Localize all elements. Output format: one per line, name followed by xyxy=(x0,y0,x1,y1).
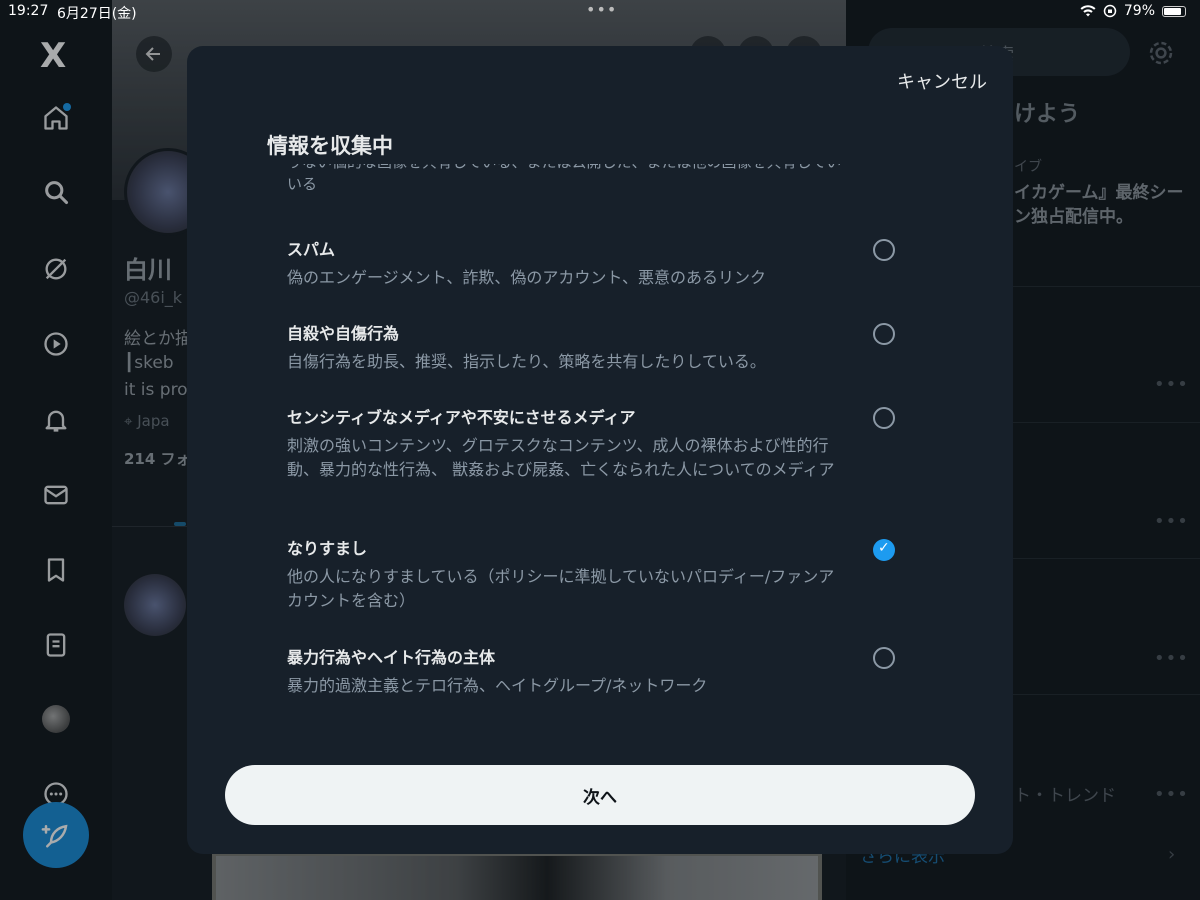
status-right: 79% xyxy=(1080,3,1186,19)
clipped-line: りない個的な画像を共有している、または公開した、または他の画像を共有している xyxy=(287,164,847,173)
dialog-title: 情報を収集中 xyxy=(267,134,393,158)
multitasking-dots[interactable]: ••• xyxy=(586,0,617,19)
clipped-line-end: いる xyxy=(287,175,318,193)
battery-percent: 79% xyxy=(1123,3,1155,19)
option-description: 偽のエンゲージメント、詐欺、偽のアカウント、悪意のあるリンク xyxy=(287,268,767,287)
previous-option-description: りない個的な画像を共有している、または公開した、または他の画像を共有している い… xyxy=(287,164,847,195)
status-bar: 19:27 6月27日(金) ••• 79% xyxy=(0,0,1200,24)
radio-self-harm[interactable] xyxy=(873,323,895,345)
radio-spam[interactable] xyxy=(873,239,895,261)
battery-icon xyxy=(1162,5,1186,17)
option-description: 刺激の強いコンテンツ、グロテスクなコンテンツ、成人の裸体および性的行動、暴力的な… xyxy=(287,436,835,479)
option-title: スパム xyxy=(287,240,336,259)
orientation-lock-icon xyxy=(1103,4,1117,18)
option-title: 自殺や自傷行為 xyxy=(287,324,400,343)
option-title: なりすまし xyxy=(287,539,368,558)
next-button[interactable]: 次へ xyxy=(225,765,975,825)
report-option-spam[interactable]: スパム 偽のエンゲージメント、詐欺、偽のアカウント、悪意のあるリンク xyxy=(287,239,897,290)
clipped-line-text: りない個的な画像を共有している、または公開した、または他の画像を共有している xyxy=(287,164,841,173)
status-date: 6月27日(金) xyxy=(57,6,137,22)
radio-violent-entities[interactable] xyxy=(873,647,895,669)
option-title: 暴力行為やヘイト行為の主体 xyxy=(287,648,496,667)
report-option-self-harm[interactable]: 自殺や自傷行為 自傷行為を助長、推奨、指示したり、策略を共有したりしている。 xyxy=(287,323,897,374)
option-description: 暴力的過激主義とテロ行為、ヘイトグループ/ネットワーク xyxy=(287,676,708,695)
wifi-icon xyxy=(1080,5,1096,17)
report-option-violent-entities[interactable]: 暴力行為やヘイト行為の主体 暴力的過激主義とテロ行為、ヘイトグループ/ネットワー… xyxy=(287,647,897,698)
option-description: 自傷行為を助長、推奨、指示したり、策略を共有したりしている。 xyxy=(287,352,766,371)
report-option-sensitive-media[interactable]: センシティブなメディアや不安にさせるメディア 刺激の強いコンテンツ、グロテスクな… xyxy=(287,407,897,482)
report-dialog: キャンセル 情報を収集中 りない個的な画像を共有している、または公開した、または… xyxy=(187,46,1013,854)
radio-impersonation-checked[interactable] xyxy=(873,539,895,561)
option-description: 他の人になりすましている（ポリシーに準拠していないパロディー/ファンアカウントを… xyxy=(287,567,835,610)
option-title: センシティブなメディアや不安にさせるメディア xyxy=(287,408,636,427)
status-time: 19:27 xyxy=(8,3,49,19)
cancel-button[interactable]: キャンセル xyxy=(897,68,987,94)
radio-sensitive-media[interactable] xyxy=(873,407,895,429)
report-option-impersonation[interactable]: なりすまし 他の人になりすましている（ポリシーに準拠していないパロディー/ファン… xyxy=(287,538,897,613)
